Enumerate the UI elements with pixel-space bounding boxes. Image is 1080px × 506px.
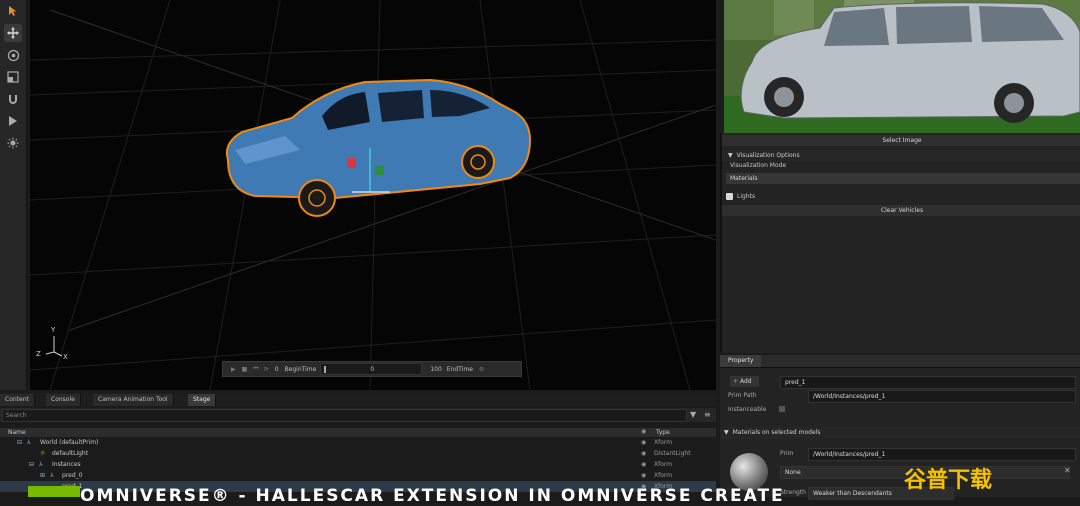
car-model[interactable]	[225, 78, 532, 217]
skip-back-icon[interactable]: ⏮	[253, 365, 258, 373]
current-frame-value: 0	[370, 365, 375, 373]
rotate-icon[interactable]	[4, 46, 22, 64]
time-slider[interactable]: 0	[320, 363, 423, 375]
bottom-tab-bar: Content Console Camera Animation Tool St…	[0, 393, 716, 406]
stage-search-bar: Search ▼ ≡	[0, 408, 716, 422]
stage-row-type: DistantLight	[654, 450, 691, 457]
type-column-header[interactable]: Type	[656, 429, 670, 436]
move-icon[interactable]	[4, 24, 22, 42]
visibility-column-icon: ◉	[641, 428, 647, 435]
select-image-button[interactable]: Select Image	[722, 135, 1080, 146]
prim-name-field[interactable]: pred_1	[780, 376, 1076, 389]
left-toolbar	[0, 0, 27, 390]
visualization-options-header[interactable]: ▼ Visualization Options	[722, 150, 1080, 161]
visibility-eye-icon[interactable]: ◉	[641, 459, 646, 470]
start-frame-value: 0	[274, 365, 279, 373]
visibility-eye-icon[interactable]: ◉	[641, 448, 646, 459]
clear-vehicles-button[interactable]: Clear Vehicles	[722, 205, 1080, 216]
expand-icon[interactable]: ⊞	[40, 470, 45, 481]
viewport[interactable]	[30, 0, 716, 390]
materials-section-header[interactable]: ▼ Materials on selected models	[720, 427, 1080, 439]
prim-path-label: Prim Path	[728, 392, 757, 399]
visualization-mode-label: Visualization Mode	[730, 162, 787, 169]
stage-row-world[interactable]: ⊟ ⅄ World (defaultPrim) ◉ Xform	[0, 437, 716, 448]
visualization-options-label: Visualization Options	[736, 152, 800, 159]
stage-row-name: World (defaultPrim)	[40, 439, 99, 446]
prim-label: Prim	[780, 450, 794, 457]
plus-icon: +	[733, 378, 739, 385]
stage-row-name: defaultLight	[52, 450, 89, 457]
visibility-eye-icon[interactable]: ◉	[641, 437, 646, 448]
stage-row-name: pred_0	[62, 472, 83, 479]
collapse-triangle-icon: ▼	[728, 152, 733, 159]
select-arrow-icon[interactable]	[4, 2, 22, 20]
begin-time-label: BeginTime	[284, 365, 317, 373]
scale-icon[interactable]	[4, 68, 22, 86]
axis-z-label: Z	[36, 350, 41, 358]
snap-magnet-icon[interactable]	[4, 90, 22, 108]
tab-console[interactable]: Console	[46, 394, 81, 406]
stage-row-defaultlight[interactable]: ☼ defaultLight ◉ DistantLight	[0, 448, 716, 459]
xform-icon: ⅄	[27, 439, 31, 446]
video-caption-banner: OMNIVERSE® - HALLESCAR EXTENSION IN OMNI…	[80, 486, 785, 506]
reference-photo	[724, 0, 1080, 133]
search-input[interactable]: Search	[2, 409, 687, 422]
stage-options-icon[interactable]: ≡	[704, 410, 711, 419]
instanceable-label: Instanceable	[728, 406, 767, 413]
material-prim-field[interactable]: /World/Instances/pred_1	[808, 448, 1076, 461]
visualization-mode-select[interactable]: Materials	[726, 173, 1080, 184]
loop-icon[interactable]: ⟳	[264, 366, 269, 373]
nvidia-green-badge	[28, 486, 80, 497]
tab-content[interactable]: Content	[0, 394, 35, 406]
tab-stage[interactable]: Stage	[188, 394, 217, 406]
instanceable-checkbox[interactable]	[779, 406, 785, 412]
axis-y-label: Y	[51, 326, 56, 334]
site-watermark: 谷普下载	[904, 468, 993, 493]
prim-path-field[interactable]: /World/Instances/pred_1	[808, 390, 1076, 403]
filter-icon[interactable]: ▼	[690, 410, 696, 419]
end-frame-value: 100	[430, 365, 442, 373]
end-time-label: EndTime	[446, 365, 473, 373]
name-column-header[interactable]: Name	[8, 429, 26, 436]
light-icon[interactable]	[4, 134, 22, 152]
collapse-icon[interactable]: ⊟	[17, 437, 22, 448]
timeline-bar: ▶ ■ ⏮ ⟳ 0 BeginTime 0 100 EndTime ⚙	[222, 361, 522, 377]
materials-section-label: Materials on selected models	[732, 429, 821, 436]
tab-property[interactable]: Property	[720, 355, 762, 367]
stop-icon[interactable]: ■	[242, 366, 248, 373]
stage-row-type: Xform	[654, 472, 673, 479]
property-panel: + Add pred_1 Prim Path /World/Instances/…	[720, 368, 1080, 500]
stage-row-type: Xform	[654, 439, 673, 446]
viewport-grid	[30, 0, 716, 390]
play-icon[interactable]	[4, 112, 22, 130]
clear-material-icon[interactable]: ✕	[1064, 466, 1071, 475]
play-icon[interactable]: ▶	[231, 366, 236, 373]
lights-row: Lights	[722, 191, 1080, 203]
xform-icon: ⅄	[39, 461, 43, 468]
time-slider-handle[interactable]	[324, 365, 327, 373]
axis-x-label: X	[63, 353, 68, 361]
stage-row-pred-0[interactable]: ⊞ ⅄ pred_0 ◉ Xform	[0, 470, 716, 481]
visibility-eye-icon[interactable]: ◉	[641, 470, 646, 481]
lights-label: Lights	[737, 193, 756, 200]
collapse-icon[interactable]: ⊟	[29, 459, 34, 470]
add-label: Add	[739, 378, 752, 385]
stage-row-type: Xform	[654, 461, 673, 468]
visualization-panel: Select Image ▼ Visualization Options Visu…	[720, 133, 1080, 353]
collapse-triangle-icon: ▼	[724, 429, 729, 436]
add-button[interactable]: + Add	[730, 376, 759, 387]
property-tab-bar: Property	[720, 355, 1080, 368]
stage-row-name: Instances	[52, 461, 81, 468]
stage-header: Name ◉ Type	[0, 428, 716, 437]
axis-gizmo: Y Z X	[36, 326, 76, 364]
stage-row-instances[interactable]: ⊟ ⅄ Instances ◉ Xform	[0, 459, 716, 470]
xform-icon: ⅄	[50, 472, 54, 479]
lights-checkbox[interactable]	[726, 193, 733, 200]
tab-camera-animation-tool[interactable]: Camera Animation Tool	[93, 394, 174, 406]
timeline-settings-icon[interactable]: ⚙	[479, 366, 484, 373]
light-icon: ☼	[40, 450, 46, 457]
